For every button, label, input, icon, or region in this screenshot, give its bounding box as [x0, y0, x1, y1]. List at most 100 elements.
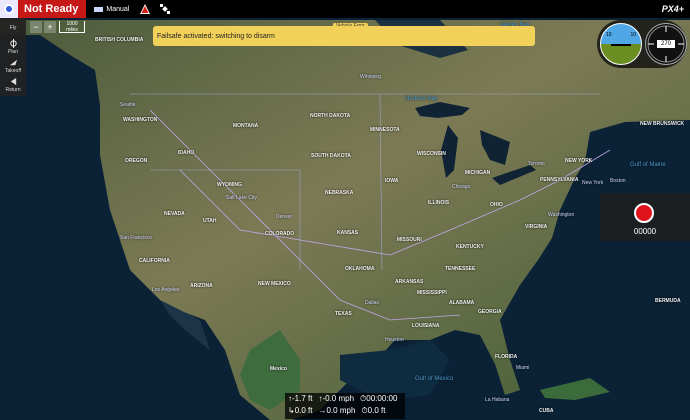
map-label-gulf-of-maine: Gulf of Maine — [630, 162, 666, 168]
return-label: Return — [5, 86, 21, 93]
map-label-los-angeles: Los Angeles — [152, 287, 180, 293]
ground-speed-value: →0.0 mph — [318, 406, 356, 415]
map-label-minnesota: MINNESOTA — [370, 127, 400, 133]
map-label-new-york-city: New York — [582, 180, 604, 186]
vehicle-status[interactable]: Not Ready — [18, 0, 87, 18]
distance-value: ↳0.0 ft — [288, 406, 313, 415]
map-label-mississippi: MISSISSIPPI — [417, 290, 447, 296]
map-label-tennessee: TENNESSEE — [445, 266, 476, 272]
map-label-iowa: IOWA — [385, 178, 399, 184]
map-label-miami: Miami — [516, 365, 530, 371]
takeoff-label: Takeoff — [4, 67, 22, 74]
map-label-oklahoma: OKLAHOMA — [345, 266, 375, 272]
map-scale-indicator: 1000 miles — [59, 21, 85, 33]
plan-label: Plan — [7, 48, 18, 55]
flight-time-value: ⏱00:00:00 — [360, 394, 398, 403]
attitude-indicator: 10 10 — [600, 23, 642, 65]
zoom-in-button[interactable]: + — [44, 21, 56, 33]
zoom-out-button[interactable]: − — [30, 21, 42, 33]
map-label-north-dakota: NORTH DAKOTA — [310, 113, 351, 119]
map-label-virginia: VIRGINIA — [525, 224, 548, 230]
map-label-boston: Boston — [610, 178, 626, 184]
map-canvas[interactable] — [0, 0, 690, 420]
map-label-new-brunswick: NEW BRUNSWICK — [640, 121, 685, 127]
record-button[interactable] — [634, 203, 654, 223]
map-label-idaho: IDAHO — [178, 150, 195, 156]
pitch-right: 10 — [630, 32, 636, 38]
toolbar-plan[interactable]: Plan — [0, 37, 26, 56]
return-icon — [10, 77, 16, 85]
map-label-south-dakota: SOUTH DAKOTA — [311, 153, 351, 159]
failsafe-message: Failsafe activated: switching to disarm — [157, 32, 275, 40]
toolbar-fly[interactable]: Fly — [0, 18, 26, 37]
map-label-winnipeg: Winnipeg — [360, 74, 381, 80]
map-label-arizona: ARIZONA — [190, 283, 213, 289]
home-distance-value: ⏱0.0 ft — [361, 406, 386, 415]
photo-counter: 00000 — [633, 227, 657, 236]
left-toolbar: Fly Plan Takeoff Return — [0, 18, 26, 96]
horizon-marker — [611, 44, 631, 46]
map-label-utah: UTAH — [203, 218, 217, 224]
map-label-michigan: MICHIGAN — [465, 170, 491, 176]
map-label-san-francisco: San Francisco — [120, 235, 152, 241]
logo-icon — [4, 4, 14, 14]
top-toolbar: Not Ready Manual PX4+ — [0, 0, 690, 18]
map-label-ohio: OHIO — [490, 202, 503, 208]
plan-icon — [9, 38, 17, 48]
compass-indicator: 270 — [645, 23, 687, 65]
map-label-denver: Denver — [276, 214, 293, 220]
telemetry-panel: ↑-1.7 ft ↑-0.0 mph ⏱00:00:00 ↳0.0 ft →0.… — [285, 393, 405, 419]
map-label-texas: TEXAS — [335, 311, 352, 317]
map-label-colorado: COLORADO — [265, 231, 295, 237]
map-label-oregon: OREGON — [125, 158, 148, 164]
map-label-nebraska: NEBRASKA — [325, 190, 354, 196]
pitch-left: 10 — [606, 32, 612, 38]
map-label-toronto: Toronto — [528, 161, 545, 167]
map-label-wyoming: WYOMING — [217, 182, 242, 188]
map-label-seattle: Seattle — [120, 102, 136, 108]
scale-label: 1000 miles — [66, 21, 78, 33]
fly-label: Fly — [9, 24, 17, 31]
map-label-georgia: GEORGIA — [478, 309, 502, 315]
map-label-chicago: Chicago — [452, 184, 471, 190]
toolbar-takeoff[interactable]: Takeoff — [0, 56, 26, 75]
map-label-california: CALIFORNIA — [139, 258, 170, 264]
map-label-dallas: Dallas — [365, 300, 379, 306]
status-text: Not Ready — [24, 3, 79, 15]
map-label-washington: WASHINGTON — [123, 117, 158, 123]
map-label-new-york: NEW YORK — [565, 158, 593, 164]
map-label-kansas: KANSAS — [337, 230, 359, 236]
map-label-wisconsin: WISCONSIN — [417, 151, 446, 157]
map-label-arkansas: ARKANSAS — [395, 279, 424, 285]
map-label-pennsylvania: PENNSYLVANIA — [540, 177, 579, 183]
takeoff-icon — [9, 59, 17, 65]
map-label-washington-dc: Washington — [548, 212, 575, 218]
camera-panel: 00000 — [600, 193, 690, 241]
satellite-icon[interactable] — [159, 3, 171, 15]
map-zoom-controls: − + — [30, 21, 56, 33]
map-label-florida: FLORIDA — [495, 354, 518, 360]
map-label-la-habana: La Habana — [485, 397, 510, 403]
flight-mode-selector[interactable]: Manual — [94, 6, 129, 13]
map-label-alabama: ALABAMA — [449, 300, 475, 306]
failsafe-alert-banner[interactable]: Failsafe activated: switching to disarm — [153, 26, 535, 46]
map-label-salt-lake-city: Salt Lake City — [226, 195, 257, 201]
map-label-hudson-bay: Hudson Bay — [405, 96, 438, 102]
mode-icon — [94, 6, 104, 12]
flight-mode-label: Manual — [106, 5, 130, 13]
map-label-mexico: Mexico — [270, 366, 287, 372]
map-label-montana: MONTANA — [233, 123, 259, 129]
map-label-missouri: MISSOURI — [397, 237, 422, 243]
heading-readout: 270 — [657, 40, 675, 48]
map-label-nevada: NEVADA — [164, 211, 185, 217]
map-label-kentucky: KENTUCKY — [456, 244, 484, 250]
warning-icon[interactable] — [139, 3, 151, 15]
map-label-houston: Houston — [385, 337, 404, 343]
map-label-gulf-of-mexico: Gulf of Mexico — [415, 376, 454, 382]
toolbar-return[interactable]: Return — [0, 75, 26, 94]
map-label-cuba: CUBA — [539, 408, 554, 414]
app-logo[interactable] — [0, 0, 18, 18]
altitude-value: ↑-1.7 ft — [288, 394, 313, 403]
map-label-louisiana: LOUISIANA — [412, 323, 440, 329]
map-label-new-mexico: NEW MEXICO — [258, 281, 291, 287]
